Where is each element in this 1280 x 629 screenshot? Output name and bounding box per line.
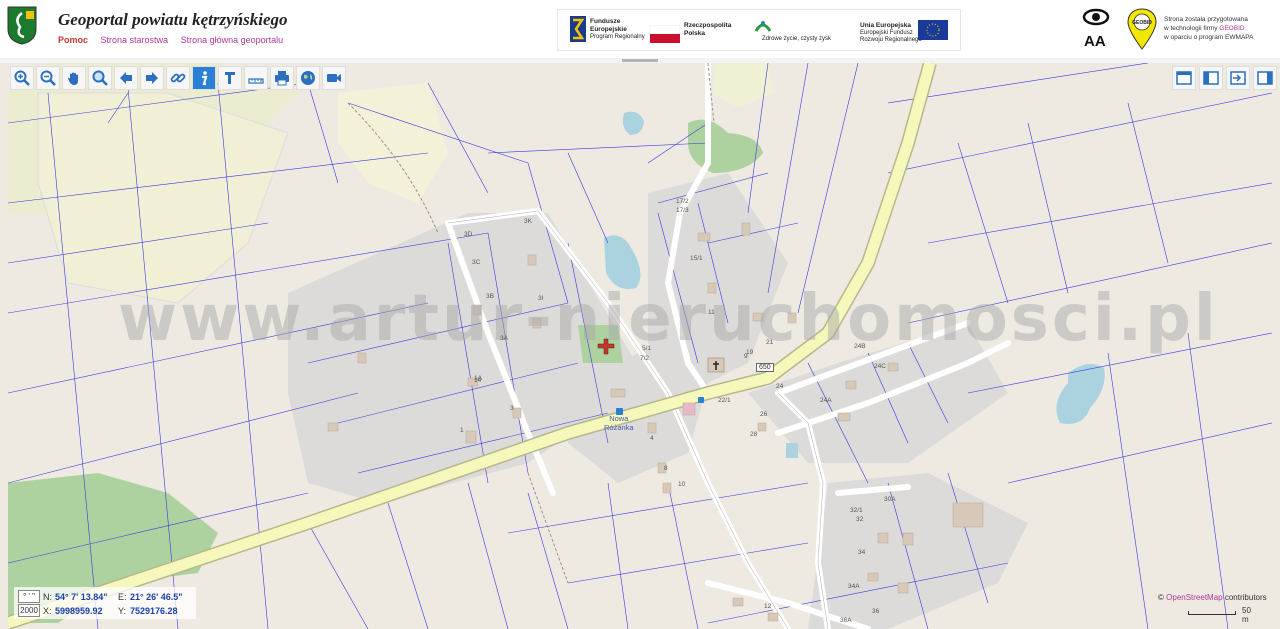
parcel-label: 21 <box>766 339 774 346</box>
eye-icon[interactable] <box>1082 6 1110 28</box>
parcel-label: 17/3 <box>676 207 689 214</box>
x-coordinate-value: 5998959.92 <box>55 606 103 616</box>
eu-flag-icon <box>918 20 948 40</box>
layout-full-icon[interactable] <box>1172 66 1196 90</box>
link-icon[interactable] <box>166 66 190 90</box>
map-attribution: © OpenStreetMap contributors <box>1158 593 1267 602</box>
layout-right-icon[interactable] <box>1253 66 1277 90</box>
latitude-value: 54° 7' 13.84" <box>55 592 108 602</box>
scale-label: 50 m <box>1242 606 1251 624</box>
parcel-label: 24B <box>854 343 866 350</box>
parcel-label: 10 <box>678 481 686 488</box>
parcel-label: 22/1 <box>718 397 731 404</box>
parcel-label: 17/2 <box>676 198 689 205</box>
font-size-toggle[interactable]: AA <box>1084 33 1110 50</box>
zoom-out-icon[interactable] <box>36 66 60 90</box>
parcel-label: 36 <box>872 608 880 615</box>
watermark-text: www.artur-nieruchomosci.pl <box>118 282 1219 356</box>
header-bar: Geoportal powiatu kętrzyńskiego Pomoc St… <box>0 0 1280 59</box>
parcel-label: 1 <box>460 427 464 434</box>
map-scale-button[interactable]: 2000 <box>18 604 40 617</box>
geobid-logo-icon: GEOBID <box>1127 8 1157 50</box>
place-label: Nowa Różanka <box>604 414 634 432</box>
n-label: N: <box>43 592 52 602</box>
rzeczpospolita-text: Rzeczpospolita Polska <box>684 22 732 37</box>
parcel-label: 28 <box>750 431 758 438</box>
osm-link[interactable]: OpenStreetMap <box>1166 593 1222 602</box>
y-label: Y: <box>118 606 127 616</box>
parcel-label: 8 <box>664 465 668 472</box>
svg-text:GEOBID: GEOBID <box>1132 20 1152 26</box>
parcel-label: 3A <box>500 335 508 342</box>
parcel-label: 3I <box>538 295 544 302</box>
globe-icon[interactable] <box>296 66 320 90</box>
parcel-label: 24A <box>820 397 832 404</box>
polish-flag-icon <box>650 25 680 43</box>
parcel-label: 24C <box>874 363 886 370</box>
x-label: X: <box>43 606 52 616</box>
coordinates-panel: ° ' " 2000 N: 54° 7' 13.84" E: 21° 26' 4… <box>14 587 196 619</box>
parcel-label: 7/2 <box>640 355 650 362</box>
y-coordinate-value: 7529176.28 <box>130 606 178 616</box>
back-arrow-icon[interactable] <box>114 66 138 90</box>
map-toolbar <box>10 66 346 90</box>
parcel-label: 3D <box>464 231 473 238</box>
parcel-label: 15/1 <box>690 255 703 262</box>
splitter-handle[interactable] <box>622 59 658 62</box>
parcel-label: 14 <box>474 377 482 384</box>
forward-arrow-icon[interactable] <box>140 66 164 90</box>
video-camera-icon[interactable] <box>322 66 346 90</box>
parcel-label: 34 <box>858 549 866 556</box>
warmia-logo-icon <box>754 21 772 32</box>
parcel-label: 11 <box>708 309 715 316</box>
layout-left-icon[interactable] <box>1199 66 1223 90</box>
layout-export-icon[interactable] <box>1226 66 1250 90</box>
accessibility-controls: AA <box>1082 6 1110 50</box>
parcel-label: 32/1 <box>850 507 863 514</box>
map-view[interactable]: www.artur-nieruchomosci.pl Nowa Różanka 6… <box>8 63 1272 629</box>
fundusze-logo-icon <box>570 16 586 42</box>
parcel-label: 26 <box>760 411 768 418</box>
parcel-label: 3 <box>510 405 514 412</box>
ruler-icon[interactable] <box>244 66 268 90</box>
church-icon <box>707 357 725 373</box>
parcel-label: 34A <box>848 583 860 590</box>
layout-toolbar <box>1172 66 1277 90</box>
bus-stop-icon-2 <box>698 397 704 403</box>
parcel-label: 30A <box>884 496 896 503</box>
pan-hand-icon[interactable] <box>62 66 86 90</box>
coordinate-format-button[interactable]: ° ' " <box>18 590 40 603</box>
header-links: Pomoc Strona starostwa Strona główna geo… <box>58 35 293 45</box>
geobid-credit: Strona została przygotowana w technologi… <box>1164 16 1254 41</box>
longitude-value: 21° 26' 46.5" <box>130 592 183 602</box>
warmia-slogan: Zdrowe życie, czysty zysk <box>762 36 832 42</box>
parcel-label: 12 <box>764 603 772 610</box>
e-label: E: <box>118 592 127 602</box>
fundusze-text: Fundusze Europejskie Program Regionalny <box>590 18 645 40</box>
print-icon[interactable] <box>270 66 294 90</box>
parcel-label: 3C <box>472 259 481 266</box>
road-number-badge: 650 <box>756 363 774 372</box>
starostwo-link[interactable]: Strona starostwa <box>101 35 169 45</box>
parcel-label: 9 <box>744 353 748 360</box>
parcel-label: 3K <box>524 218 532 225</box>
page-title: Geoportal powiatu kętrzyńskiego <box>58 10 288 29</box>
parcel-label: 4 <box>650 435 654 442</box>
parcel-label: 36A <box>840 617 852 624</box>
eu-funding-logos: Fundusze Europejskie Program Regionalny Rz… <box>557 9 961 51</box>
zoom-box-icon[interactable] <box>88 66 112 90</box>
geoportal-home-link[interactable]: Strona główna geoportalu <box>181 35 284 45</box>
parcel-label: 24 <box>776 383 784 390</box>
zoom-in-icon[interactable] <box>10 66 34 90</box>
info-icon[interactable] <box>192 66 216 90</box>
help-link[interactable]: Pomoc <box>58 35 88 45</box>
parcel-label: 5/1 <box>642 345 652 352</box>
parcel-label: 3B <box>486 293 494 300</box>
county-crest-icon <box>7 6 37 45</box>
parcel-label: 32 <box>856 516 864 523</box>
measure-pen-icon[interactable] <box>218 66 242 90</box>
ue-text: Unia Europejska Europejski Fundusz Rozwoju… <box>860 22 922 43</box>
